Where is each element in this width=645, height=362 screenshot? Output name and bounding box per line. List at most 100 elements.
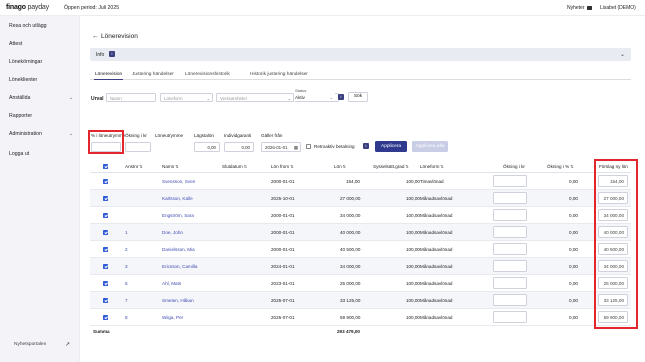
tab-justering-handelser[interactable]: Justering händelser: [132, 72, 174, 77]
cell-namn[interactable]: Ahl, Mats: [162, 281, 181, 286]
status-select[interactable]: Aktiv ⌄: [295, 93, 335, 102]
okning-kr-input[interactable]: [493, 243, 527, 255]
col-namn[interactable]: Namn⇅: [162, 164, 179, 169]
lagstalon-label: Lägstalön: [194, 133, 214, 138]
sidebar-item-rapporter[interactable]: Rapporter: [9, 113, 73, 119]
cell-namn[interactable]: Karlsson, Kalle: [162, 196, 193, 201]
cell-anstnr[interactable]: 2: [125, 247, 128, 252]
cell-namn[interactable]: Smeten, Håkan: [162, 298, 194, 303]
chevron-down-icon: ⌄: [619, 52, 625, 58]
cell-anstnr[interactable]: 3: [125, 264, 128, 269]
logo[interactable]: finago payday: [6, 4, 49, 11]
okning-kr-input[interactable]: [493, 294, 527, 306]
chevron-down-icon: ⌄: [206, 95, 210, 101]
table-row: 7 Smeten, Håkan 2025-07-01 33 125,00 100,00 M…: [90, 292, 631, 309]
lagstalon-input[interactable]: 0,00: [194, 142, 220, 152]
row-checkbox[interactable]: [103, 179, 108, 184]
cell-okning-pct: 0,00: [569, 281, 578, 286]
retroaktiv-checkbox[interactable]: [306, 144, 311, 149]
tab-lonerevision[interactable]: Lönerevision: [93, 72, 124, 80]
col-slutdatum[interactable]: Slutdatum⇅: [222, 164, 247, 169]
cell-loneform: Månadsavlönad: [420, 213, 453, 218]
cell-lon-from: 2023-01-01: [271, 281, 295, 286]
cell-lon-from: 2025-07-01: [271, 298, 295, 303]
okning-kr-input[interactable]: [493, 311, 527, 323]
user-menu[interactable]: Lisabet (DEMO): [600, 5, 636, 11]
verksamhet-select[interactable]: Verksamheter ⌄: [216, 93, 294, 102]
loneutrymme-value: [155, 142, 185, 152]
col-lon-from[interactable]: Lön from⇅: [271, 164, 294, 169]
cell-anstnr[interactable]: 8: [125, 315, 128, 320]
info-icon[interactable]: i: [338, 94, 344, 100]
okning-kr-input[interactable]: [493, 209, 527, 221]
individgaranti-input[interactable]: 0,00: [224, 142, 254, 152]
top-bar: finago payday Öppen period: Juli 2025 Ny…: [0, 0, 645, 16]
cell-namn[interactable]: Danielsson, Mia: [162, 247, 195, 252]
cell-lon: 27 000,00: [340, 196, 361, 201]
sidebar-item-loneklienter[interactable]: Löneklienter: [9, 77, 73, 83]
col-syssgrad[interactable]: Sysselsätt.grad⇅: [373, 164, 409, 169]
sidebar-item-resa[interactable]: Resa och utlägg: [9, 23, 73, 29]
row-checkbox[interactable]: [103, 315, 108, 320]
col-loneform[interactable]: Löneform⇅: [420, 164, 444, 169]
sidebar-item-anstallda[interactable]: Anställda ⌄: [9, 95, 73, 101]
cell-namn[interactable]: Doe, John: [162, 230, 183, 235]
col-okning-pct[interactable]: Ökning i %⇅: [547, 164, 574, 169]
cell-namn[interactable]: Ericsson, Camilla: [162, 264, 197, 269]
row-checkbox[interactable]: [103, 196, 108, 201]
cell-okning-pct: 0,00: [569, 264, 578, 269]
back-arrow-icon[interactable]: ←: [92, 33, 99, 40]
info-icon[interactable]: i: [363, 143, 369, 149]
cell-loneform: Månadsavlönad: [420, 247, 453, 252]
tab-lonerevisionshistorik[interactable]: Lönerevisionshistorik: [185, 72, 230, 77]
loneform-select[interactable]: Löneform ⌄: [160, 93, 213, 102]
col-anstnr[interactable]: Anstnr⇅: [125, 164, 143, 169]
cell-namn[interactable]: Engström, Sara: [162, 213, 194, 218]
news-link[interactable]: Nyheter: [567, 5, 592, 11]
filter-bar: Urval Namn Löneform⌄ Verksamheter⌄ ⌄ Sta…: [90, 88, 631, 112]
row-checkbox[interactable]: [103, 281, 108, 286]
name-filter-input[interactable]: Namn: [106, 93, 156, 102]
tab-historik-justering[interactable]: Historik justering händelser: [250, 72, 308, 77]
okning-kr-input[interactable]: [493, 226, 527, 238]
row-checkbox[interactable]: [103, 230, 108, 235]
cell-lon-from: 2000-01-01: [271, 179, 295, 184]
cell-namn[interactable]: Svensson, Sven: [162, 179, 195, 184]
select-all-checkbox[interactable]: [103, 164, 108, 169]
okning-kr-input[interactable]: [493, 175, 527, 187]
apply-all-button[interactable]: Applicera alla: [412, 141, 448, 152]
table-row: 3 Ericsson, Camilla 2024-01-01 34 000,00 100…: [90, 258, 631, 275]
news-portal-link[interactable]: Nyhetsportalen ↗: [14, 342, 70, 348]
col-lon[interactable]: Lön⇅: [334, 164, 346, 169]
row-checkbox[interactable]: [103, 213, 108, 218]
cell-namn[interactable]: Wiiga, Per: [162, 315, 183, 320]
row-checkbox[interactable]: [103, 264, 108, 269]
sidebar-item-lonekorningar[interactable]: Lönekörningar: [9, 59, 73, 65]
cell-syssgrad: 100,00: [405, 264, 420, 269]
cell-loneform: Månadsavlönad: [420, 315, 453, 320]
sidebar-item-attest[interactable]: Attest: [9, 41, 73, 47]
page-title: Lönerevision: [101, 33, 138, 40]
cell-anstnr[interactable]: 1: [125, 230, 128, 235]
okning-kr-input[interactable]: [493, 192, 527, 204]
okning-kr-input[interactable]: [493, 277, 527, 289]
apply-button[interactable]: Applicera: [375, 141, 407, 152]
table-row: 2 Danielsson, Mia 2000-01-01 40 500,00 100,0…: [90, 241, 631, 258]
sidebar-item-logga-ut[interactable]: Logga ut: [9, 151, 73, 157]
cell-anstnr[interactable]: 6: [125, 281, 128, 286]
cell-lon: 40 500,00: [340, 247, 361, 252]
sum-value: 293 479,00: [337, 329, 360, 334]
individgaranti-label: Individgaranti: [224, 133, 252, 138]
row-checkbox[interactable]: [103, 247, 108, 252]
search-button[interactable]: Sök: [348, 92, 368, 102]
info-panel[interactable]: Info i ⌄: [90, 48, 631, 61]
tab-bar: Lönerevision Justering händelser Lönerev…: [90, 70, 631, 80]
sidebar-item-administration[interactable]: Administration ⌄: [9, 131, 73, 137]
retroaktiv-label: Retroaktiv betalning: [314, 144, 355, 149]
info-icon: i: [109, 51, 115, 57]
cell-anstnr[interactable]: 7: [125, 298, 128, 303]
row-checkbox[interactable]: [103, 298, 108, 303]
okning-kr-input[interactable]: [493, 260, 527, 272]
okning-kr-input[interactable]: [125, 142, 151, 152]
galler-fran-date-input[interactable]: 2026-01-01 ▦: [261, 142, 301, 152]
